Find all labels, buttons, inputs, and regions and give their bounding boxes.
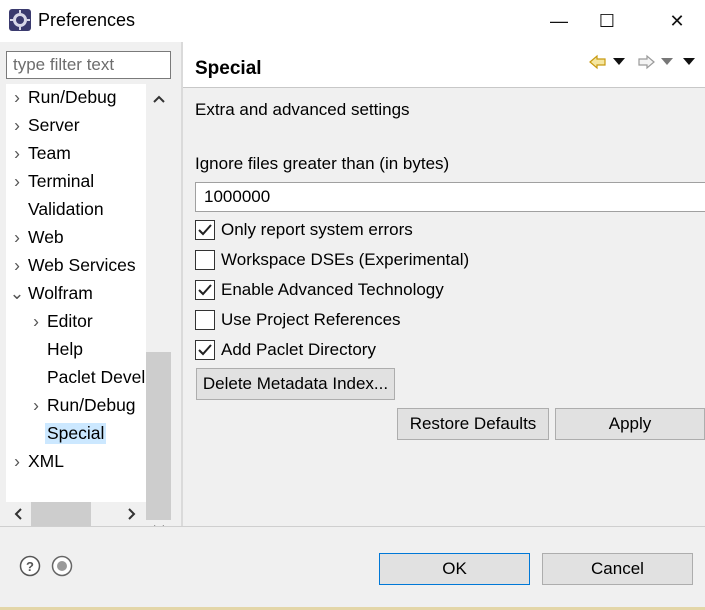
tree-item-label: Web Services (28, 254, 136, 275)
checkbox-box[interactable] (195, 310, 215, 330)
tree-item-label: Editor (47, 310, 93, 331)
tree-item-label: Team (28, 142, 71, 163)
checkbox-label: Only report system errors (221, 220, 413, 239)
tree-item-xml[interactable]: › XML (8, 448, 66, 474)
preference-page: Special Extra and advanced settings Igno… (183, 42, 705, 526)
tree-item-label: Terminal (28, 170, 95, 191)
ok-button[interactable]: OK (379, 553, 530, 585)
chevron-right-icon[interactable]: › (8, 171, 26, 192)
checkbox-box[interactable] (195, 280, 215, 300)
svg-text:?: ? (26, 559, 34, 574)
title-bar: Preferences — ☐ ✕ (0, 0, 705, 42)
tree-item-label: Server (28, 114, 80, 135)
history-navigation (589, 52, 701, 72)
chevron-up-icon (152, 95, 165, 103)
apply-button[interactable]: Apply (555, 408, 705, 440)
tree-item-help[interactable]: Help (27, 336, 85, 362)
chevron-right-icon[interactable]: › (8, 87, 26, 108)
scroll-right-button[interactable] (120, 502, 144, 526)
minimize-button[interactable]: — (536, 0, 582, 42)
filter-input[interactable] (6, 51, 171, 79)
eclipse-app-icon (9, 9, 31, 31)
checkbox-box[interactable] (195, 340, 215, 360)
tree-item-web-services[interactable]: › Web Services (8, 252, 138, 278)
chevron-right-icon[interactable]: › (8, 227, 26, 248)
checkbox-enable-advanced-technology[interactable]: Enable Advanced Technology (195, 278, 444, 302)
tree-item-label: XML (28, 450, 64, 471)
checkbox-label: Workspace DSEs (Experimental) (221, 250, 470, 269)
window-title: Preferences (38, 10, 136, 30)
chevron-right-icon[interactable]: › (8, 143, 26, 164)
tree-item-server[interactable]: › Server (8, 112, 82, 138)
tree-item-run-debug[interactable]: › Run/Debug (8, 84, 119, 110)
tree-item-terminal[interactable]: › Terminal (8, 168, 96, 194)
scroll-thumb[interactable] (146, 352, 171, 520)
forward-arrow-icon[interactable] (637, 54, 655, 70)
tree-vertical-scrollbar[interactable] (146, 84, 171, 533)
page-description: Extra and advanced settings (195, 100, 410, 119)
checkbox-workspace-dses[interactable]: Workspace DSEs (Experimental) (195, 248, 469, 272)
chevron-right-icon (128, 508, 136, 520)
scroll-left-button[interactable] (6, 502, 30, 526)
help-icon[interactable]: ? (19, 555, 41, 577)
checkbox-label: Add Paclet Directory (221, 340, 376, 359)
scroll-up-button[interactable] (146, 88, 171, 110)
checkbox-only-report-system-errors[interactable]: Only report system errors (195, 218, 413, 242)
tree-item-label: Run/Debug (47, 394, 136, 415)
tree-item-validation[interactable]: Validation (8, 196, 106, 222)
navigation-panel: › Run/Debug › Server › Team › Terminal V… (0, 42, 181, 533)
delete-metadata-index-button[interactable]: Delete Metadata Index... (196, 368, 395, 400)
chevron-right-icon[interactable]: › (8, 451, 26, 472)
chevron-right-icon[interactable]: › (8, 255, 26, 276)
tree-item-label: Special (45, 422, 107, 444)
tree-item-special[interactable]: Special (27, 420, 107, 446)
tree-item-team[interactable]: › Team (8, 140, 73, 166)
import-export-icon[interactable] (51, 555, 73, 577)
ignore-size-label: Ignore files greater than (in bytes) (195, 154, 450, 173)
back-arrow-icon[interactable] (589, 54, 607, 70)
dialog-footer: ? OK Cancel (0, 527, 705, 610)
back-menu-dropdown-icon[interactable] (613, 58, 625, 66)
tree-item-label: Help (47, 338, 83, 359)
tree-item-label: Web (28, 226, 64, 247)
tree-item-editor[interactable]: › Editor (27, 308, 95, 334)
checkbox-add-paclet-directory[interactable]: Add Paclet Directory (195, 338, 376, 362)
page-header: Special (183, 42, 705, 88)
chevron-down-icon[interactable]: ⌄ (8, 283, 26, 304)
tree-item-wolfram[interactable]: ⌄ Wolfram (8, 280, 95, 306)
restore-defaults-button[interactable]: Restore Defaults (397, 408, 549, 440)
chevron-left-icon (14, 508, 22, 520)
forward-menu-dropdown-icon[interactable] (661, 58, 673, 66)
chevron-right-icon[interactable]: › (8, 115, 26, 136)
tree-item-web[interactable]: › Web (8, 224, 66, 250)
checkbox-label: Enable Advanced Technology (221, 280, 444, 299)
checkbox-box[interactable] (195, 250, 215, 270)
tree-item-wolfram-run-debug[interactable]: › Run/Debug (27, 392, 138, 418)
checkmark-icon (198, 224, 212, 236)
checkbox-box[interactable] (195, 220, 215, 240)
checkbox-use-project-references[interactable]: Use Project References (195, 308, 401, 332)
chevron-right-icon[interactable]: › (27, 395, 45, 416)
view-menu-icon[interactable] (683, 58, 695, 66)
tree-item-label: Run/Debug (28, 86, 117, 107)
tree-item-label: Wolfram (28, 282, 93, 303)
tree-item-label: Paclet Develo (47, 366, 155, 387)
tree-horizontal-scrollbar[interactable] (6, 502, 146, 526)
close-button[interactable]: ✕ (654, 0, 700, 42)
tree-item-label: Validation (28, 198, 104, 219)
checkmark-icon (198, 284, 212, 296)
tree-item-paclet-development[interactable]: Paclet Develo (27, 364, 157, 390)
ignore-size-input[interactable] (195, 182, 705, 212)
horizontal-scroll-thumb[interactable] (31, 502, 91, 526)
chevron-right-icon[interactable]: › (27, 311, 45, 332)
checkbox-label: Use Project References (221, 310, 401, 329)
checkmark-icon (198, 344, 212, 356)
maximize-button[interactable]: ☐ (584, 0, 630, 42)
cancel-button[interactable]: Cancel (542, 553, 693, 585)
page-title: Special (195, 58, 262, 79)
